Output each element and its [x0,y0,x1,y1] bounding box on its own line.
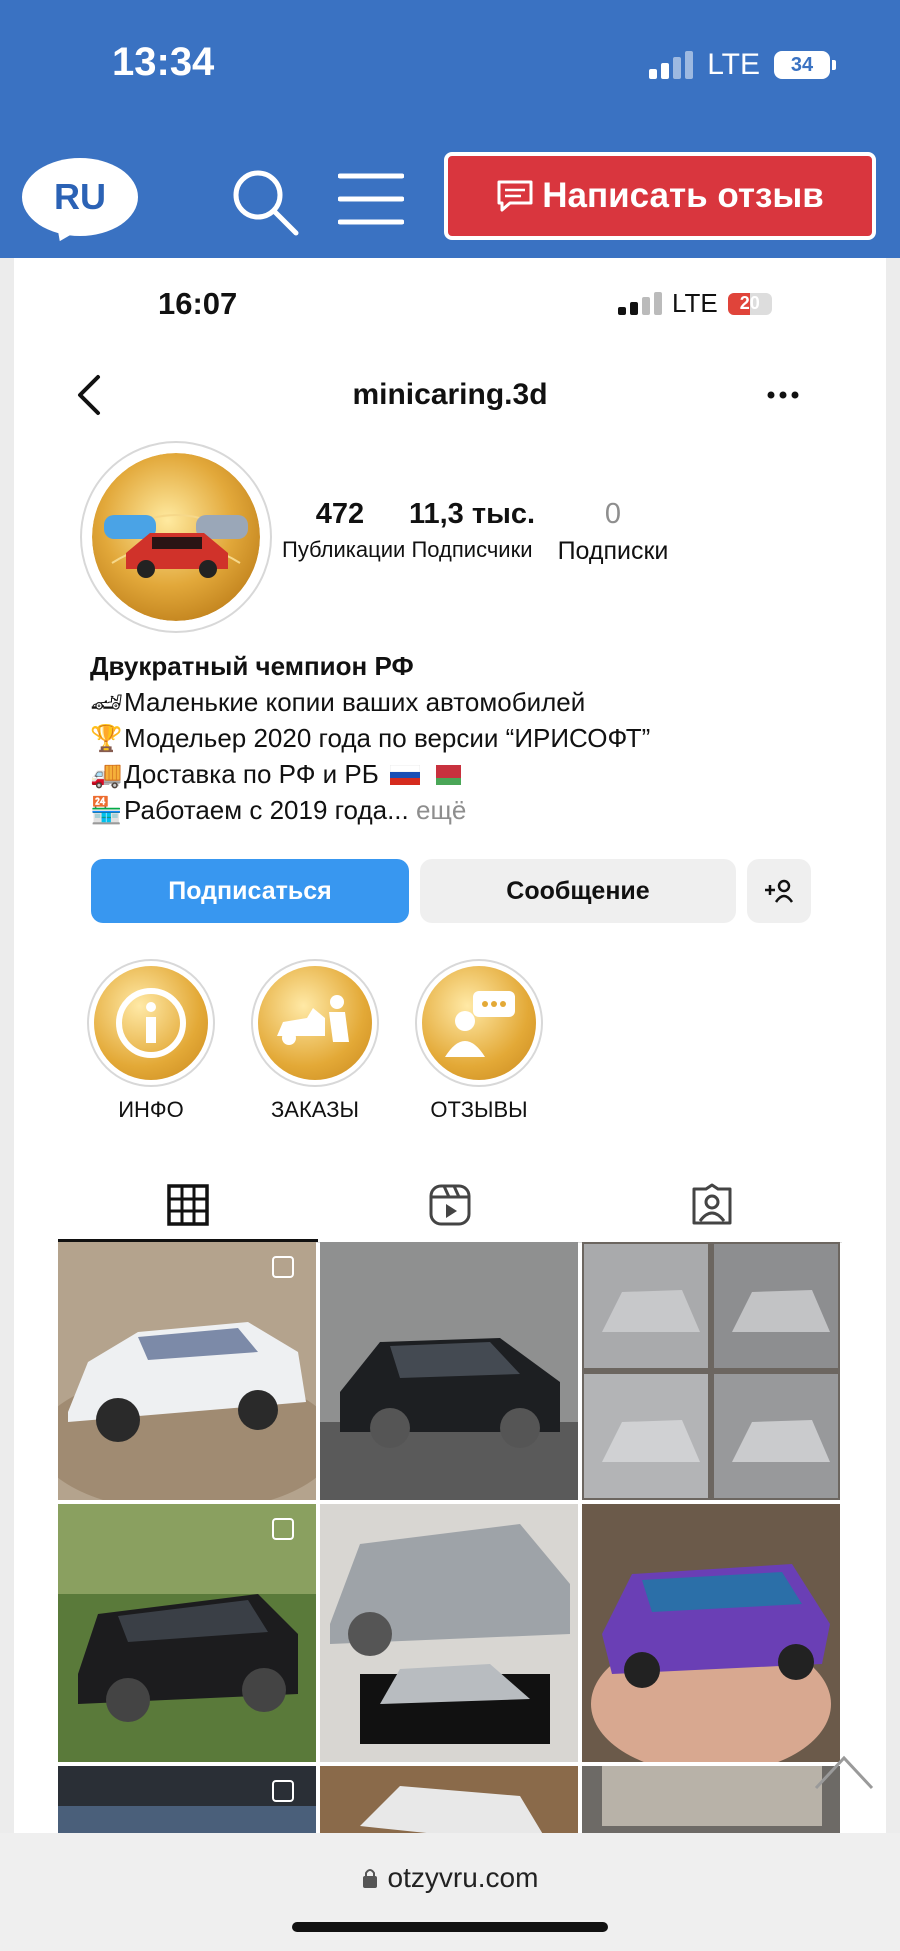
add-person-icon [765,879,794,903]
bio-line: 🚚Доставка по РФ и РБ [90,756,650,792]
post-thumbnail[interactable] [58,1504,316,1762]
instagram-screenshot: 16:07 LTE 20 minicaring.3d 472 Публикаци… [14,258,886,1833]
stat-following[interactable]: 0 Подписки [550,498,676,566]
tab-reels[interactable] [320,1168,580,1242]
more-options-icon[interactable] [766,390,800,400]
grid-icon [167,1184,209,1226]
profile-tabs [58,1168,842,1243]
highlight-reviews[interactable]: ОТЗЫВЫ [414,959,544,1123]
multi-post-icon [272,1256,294,1278]
tab-tagged[interactable] [582,1168,842,1242]
post-thumbnail[interactable] [582,1504,840,1762]
tab-grid[interactable] [58,1168,318,1242]
suggest-user-button[interactable] [747,859,811,923]
review-person-icon [445,991,515,1057]
stat-followers[interactable]: 11,3 тыс. Подписчики [402,498,542,563]
follow-button[interactable]: Подписаться [91,859,409,923]
russia-flag-icon [389,764,421,785]
profile-bio: Двукратный чемпион РФ 🏎Маленькие копии в… [90,648,650,828]
race-car-icon: 🏎 [90,687,124,717]
belarus-flag-icon [431,765,462,785]
inner-signal-icon [618,292,662,315]
bio-line: 🏆Модельер 2020 года по версии “ИРИСОФТ” [90,720,650,756]
inner-status-indicators: LTE 20 [618,288,772,319]
reels-icon [429,1184,471,1226]
home-indicator[interactable] [292,1922,608,1932]
post-thumbnail[interactable] [58,1242,316,1500]
lock-icon [362,1869,377,1888]
bio-line: 🏎Маленькие копии ваших автомобилей [90,684,650,720]
trophy-icon: 🏆 [90,723,123,753]
avatar[interactable] [92,453,260,621]
post-thumbnail[interactable] [582,1766,840,1833]
courier-icon: 🚚 [90,759,123,789]
tagged-icon [692,1183,732,1225]
inner-status-time: 16:07 [158,286,238,321]
site-logo[interactable]: RU [22,158,138,236]
post-thumbnail[interactable] [320,1242,578,1500]
multi-post-icon [272,1780,294,1802]
post-thumbnail[interactable] [582,1242,840,1500]
profile-username: minicaring.3d [352,378,548,411]
scroll-up-icon[interactable] [812,1752,876,1792]
stat-posts[interactable]: 472 Публикации [282,498,405,563]
highlight-info[interactable]: ИНФО [86,959,216,1123]
write-review-button[interactable]: Написать отзыв [444,152,876,240]
status-indicators: LTE 34 [649,48,836,82]
status-time: 13:34 [112,40,215,84]
info-icon [116,988,186,1058]
inner-network-type: LTE [672,288,718,318]
message-button[interactable]: Сообщение [420,859,736,923]
comment-icon [497,180,533,212]
network-type: LTE [707,48,760,81]
shop-icon: 🏪 [90,795,123,825]
post-thumbnail[interactable] [320,1766,578,1833]
signal-icon [649,51,694,79]
address-bar[interactable]: otzyvru.com [0,1862,900,1894]
inner-battery-icon: 20 [727,292,772,315]
battery-icon: 34 [774,51,836,79]
search-icon[interactable] [228,165,300,237]
menu-icon[interactable] [338,172,404,226]
bio-more-link[interactable]: ещё [416,795,466,825]
bio-name: Двукратный чемпион РФ [90,651,414,681]
bio-line: 🏪Работаем с 2019 года... ещё [90,792,650,828]
post-thumbnail[interactable] [320,1504,578,1762]
car-repair-icon [277,995,349,1045]
multi-post-icon [272,1518,294,1540]
highlight-orders[interactable]: ЗАКАЗЫ [250,959,380,1123]
